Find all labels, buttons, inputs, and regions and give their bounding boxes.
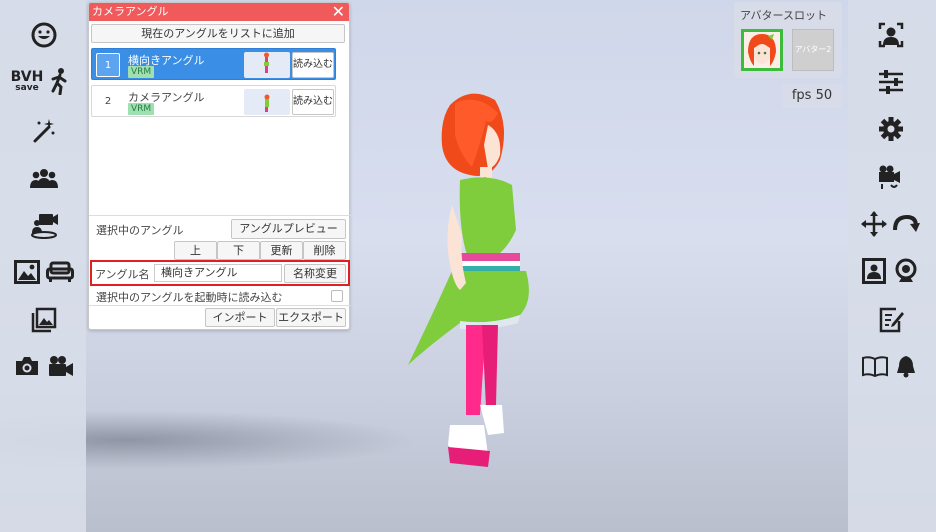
- panel-divider: [89, 305, 351, 306]
- load-button[interactable]: 読み込む: [292, 89, 334, 115]
- fps-value: 50: [815, 88, 833, 103]
- add-angle-button[interactable]: 現在のアングルをリストに追加: [91, 24, 345, 43]
- fps-display: fps 50: [782, 84, 842, 108]
- fps-label: fps: [791, 88, 812, 103]
- walk-icon[interactable]: [46, 66, 72, 96]
- rotate-icon[interactable]: [891, 210, 921, 238]
- angle-name-label: アングル名: [95, 268, 150, 281]
- bvh-label: BVH: [10, 68, 44, 85]
- avatar-slot-2[interactable]: アバター2: [792, 29, 834, 71]
- avatar-slot-panel: アバタースロット アバター2: [734, 2, 842, 78]
- list-item[interactable]: 2 カメラアングル VRM 読み込む: [91, 85, 336, 117]
- video-camera-rotate-icon[interactable]: [876, 162, 906, 192]
- group-icon[interactable]: [27, 164, 61, 192]
- import-button[interactable]: インポート: [205, 308, 275, 327]
- list-item[interactable]: 1 横向きアングル VRM 読み込む: [91, 48, 336, 80]
- image-icon[interactable]: [13, 258, 41, 286]
- update-button[interactable]: 更新: [260, 241, 303, 260]
- right-toolbar: [848, 0, 936, 532]
- item-number: 1: [96, 53, 120, 77]
- webcam-icon[interactable]: [891, 257, 921, 285]
- book-icon[interactable]: [860, 352, 890, 380]
- video-camera-icon[interactable]: [45, 352, 75, 380]
- rename-button[interactable]: 名称変更: [284, 264, 346, 283]
- load-on-start-checkbox[interactable]: [331, 290, 343, 302]
- export-button[interactable]: エクスポート: [276, 308, 346, 327]
- selected-angle-label: 選択中のアングル: [96, 224, 184, 237]
- move-down-button[interactable]: 下: [217, 241, 260, 260]
- sofa-icon[interactable]: [45, 258, 75, 286]
- load-button[interactable]: 読み込む: [292, 52, 334, 78]
- photo-frame-icon[interactable]: [29, 305, 59, 335]
- angle-thumbnail: [244, 52, 290, 78]
- angle-preview-button[interactable]: アングルプレビュー: [231, 219, 346, 239]
- vrm-badge: VRM: [128, 103, 155, 115]
- panel-divider: [89, 215, 351, 216]
- magic-wand-icon[interactable]: [29, 116, 59, 144]
- camera-person-icon[interactable]: [27, 210, 61, 240]
- left-toolbar: BVH save: [0, 0, 86, 532]
- vrm-badge: VRM: [128, 66, 155, 78]
- camera-angle-panel: カメラアングル ✕ 現在のアングルをリストに追加 1 横向きアングル VRM 読…: [88, 2, 351, 330]
- bvh-sub-label: save: [15, 82, 39, 93]
- face-icon[interactable]: [29, 20, 59, 50]
- avatar-character: [408, 93, 529, 467]
- portrait-icon[interactable]: [860, 257, 888, 285]
- panel-title-bar[interactable]: カメラアングル ✕: [89, 3, 349, 21]
- person-frame-icon[interactable]: [876, 20, 906, 50]
- avatar-slot-title: アバタースロット: [740, 9, 828, 22]
- move-up-button[interactable]: 上: [174, 241, 217, 260]
- angle-name-row: アングル名 横向きアングル 名称変更: [90, 260, 350, 286]
- item-number: 2: [104, 96, 112, 107]
- gear-icon[interactable]: [876, 114, 906, 144]
- load-on-start-label: 選択中のアングルを起動時に読み込む: [96, 291, 283, 304]
- move-icon[interactable]: [860, 210, 888, 238]
- edit-icon[interactable]: [876, 305, 906, 335]
- panel-title: カメラアングル: [92, 5, 169, 18]
- camera-icon[interactable]: [13, 352, 41, 380]
- avatar-slot-1[interactable]: [741, 29, 783, 71]
- angle-list: 1 横向きアングル VRM 読み込む 2 カメラアングル VRM 読み込む: [91, 48, 337, 120]
- close-icon[interactable]: ✕: [332, 3, 345, 21]
- sliders-icon[interactable]: [876, 67, 906, 97]
- bvh-save-icon[interactable]: BVH save: [10, 66, 44, 96]
- angle-name-input[interactable]: 横向きアングル: [154, 264, 282, 282]
- delete-button[interactable]: 削除: [303, 241, 346, 260]
- angle-thumbnail: [244, 89, 290, 115]
- bell-icon[interactable]: [892, 352, 920, 380]
